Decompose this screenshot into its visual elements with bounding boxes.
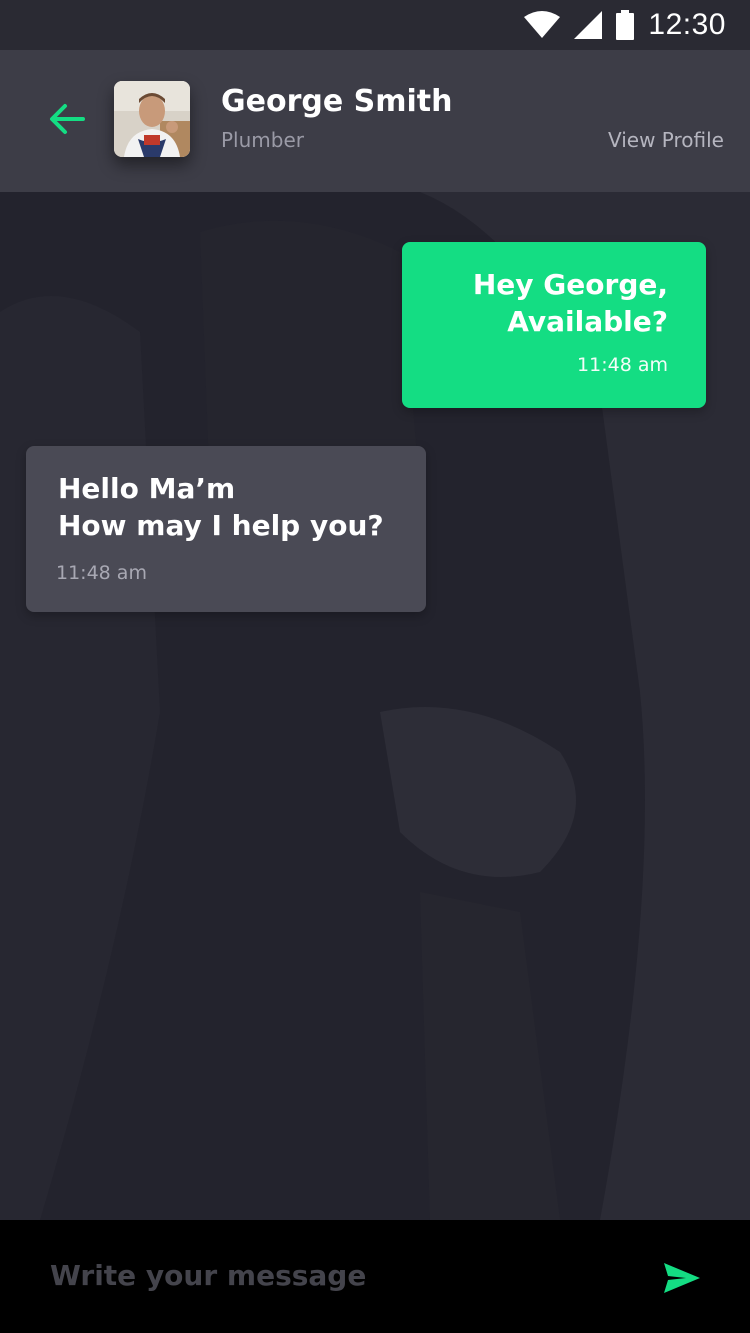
message-outgoing[interactable]: Hey George, Available? 11:48 am [402, 242, 706, 408]
battery-icon [616, 10, 635, 40]
contact-role: Plumber [221, 128, 304, 152]
message-time: 11:48 am [577, 354, 668, 376]
view-profile-link[interactable]: View Profile [608, 128, 724, 152]
send-icon [664, 1263, 700, 1293]
contact-name: George Smith [221, 84, 453, 119]
message-composer [0, 1220, 750, 1333]
message-text: Hello Ma’m How may I help you? [58, 472, 384, 542]
chat-header: George Smith Plumber View Profile [0, 50, 750, 192]
message-input[interactable] [50, 1250, 610, 1300]
message-text: Hey George, Available? [472, 268, 668, 338]
status-bar: 12:30 [0, 0, 750, 50]
signal-icon [574, 11, 603, 39]
send-button[interactable] [660, 1256, 704, 1300]
avatar[interactable] [114, 81, 190, 157]
wifi-icon [524, 11, 561, 39]
back-button[interactable] [44, 96, 90, 142]
arrow-left-icon [50, 104, 85, 134]
chat-area[interactable]: Hey George, Available? 11:48 am Hello Ma… [0, 192, 750, 1220]
message-time: 11:48 am [56, 562, 147, 584]
message-incoming[interactable]: Hello Ma’m How may I help you? 11:48 am [26, 446, 426, 612]
status-time: 12:30 [648, 8, 726, 41]
